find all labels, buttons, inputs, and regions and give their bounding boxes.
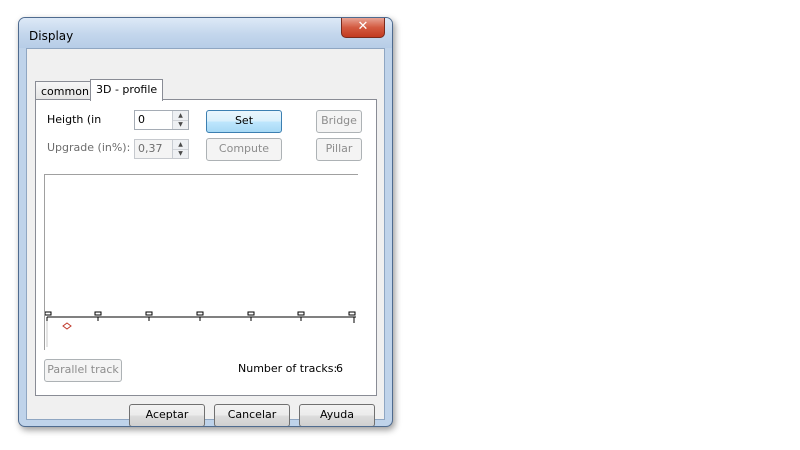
track-profile-view[interactable] (44, 174, 358, 350)
upgrade-input[interactable]: 0,37 (138, 142, 163, 155)
bridge-button[interactable]: Bridge (316, 110, 362, 133)
title-bar[interactable]: Display ✕ (19, 18, 392, 48)
cancel-button[interactable]: Cancelar (214, 404, 290, 426)
upgrade-spinner[interactable]: 0,37 ▲ ▼ (134, 139, 189, 159)
upgrade-label: Upgrade (in%): (47, 141, 131, 154)
upgrade-spin-buttons[interactable]: ▲ ▼ (172, 140, 188, 158)
track-markers (44, 311, 356, 316)
selected-track-marker[interactable] (62, 322, 72, 330)
tab-3d-profile[interactable]: 3D - profile (90, 79, 164, 101)
track-marker[interactable] (44, 311, 52, 316)
display-dialog: Display ✕ common 3D - profile Heigth (in… (18, 17, 393, 427)
height-spin-buttons[interactable]: ▲ ▼ (172, 111, 188, 129)
accept-button[interactable]: Aceptar (129, 404, 205, 426)
track-marker[interactable] (94, 311, 102, 316)
track-marker[interactable] (145, 311, 153, 316)
tracks-count-value: 6 (336, 362, 343, 375)
height-spinner[interactable]: 0 ▲ ▼ (134, 110, 189, 130)
compute-button[interactable]: Compute (206, 138, 282, 161)
tab-common[interactable]: common (35, 81, 95, 101)
help-button[interactable]: Ayuda (299, 404, 375, 426)
window-title: Display (29, 29, 74, 43)
track-profile-graphic (44, 311, 356, 347)
spin-down-icon[interactable]: ▼ (173, 120, 188, 129)
set-button[interactable]: Set (206, 110, 282, 133)
track-marker[interactable] (348, 311, 356, 316)
close-button[interactable]: ✕ (341, 18, 385, 38)
track-marker[interactable] (196, 311, 204, 316)
height-input[interactable]: 0 (138, 113, 145, 126)
tracks-count-label: Number of tracks: (238, 362, 338, 375)
pillar-button[interactable]: Pillar (316, 138, 362, 161)
parallel-track-button[interactable]: Parallel track (44, 359, 122, 382)
spin-down-icon[interactable]: ▼ (173, 149, 188, 158)
dialog-client-area: common 3D - profile Heigth (in 0 ▲ ▼ Set… (26, 48, 385, 426)
tab-panel-3d-profile: Heigth (in 0 ▲ ▼ Set Bridge Upgrade (in%… (35, 99, 377, 396)
track-marker[interactable] (297, 311, 305, 316)
height-label: Heigth (in (47, 113, 102, 126)
track-marker[interactable] (247, 311, 255, 316)
